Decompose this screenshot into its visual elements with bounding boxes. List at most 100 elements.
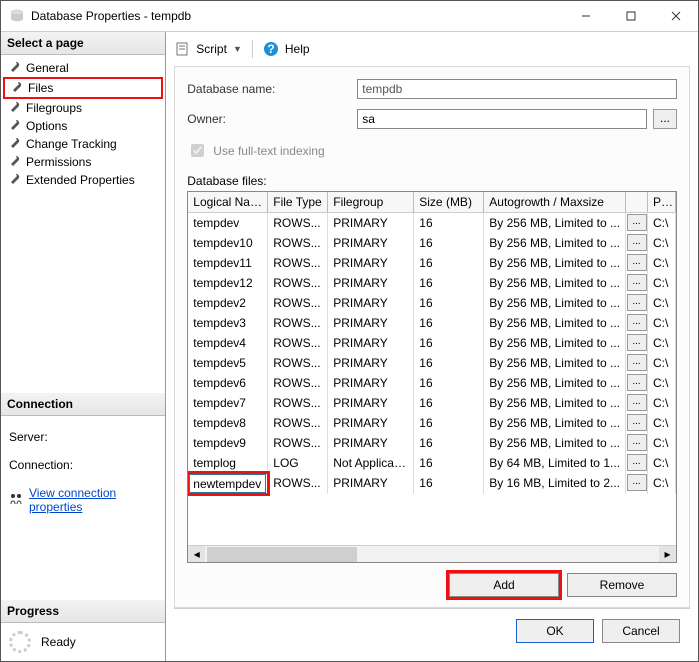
page-item-options[interactable]: Options (3, 117, 163, 135)
logical-name-edit-input[interactable] (189, 474, 266, 493)
page-item-general[interactable]: General (3, 59, 163, 77)
page-item-filegroups[interactable]: Filegroups (3, 99, 163, 117)
cell-size: 16 (414, 373, 484, 393)
cell-file-type: ROWS... (268, 233, 328, 253)
dbname-label: Database name: (187, 82, 357, 96)
cell-path: C:\ (648, 413, 676, 433)
autogrowth-edit-button[interactable]: ... (627, 394, 647, 411)
add-button[interactable]: Add (449, 573, 559, 597)
cell-file-type: ROWS... (268, 433, 328, 453)
autogrowth-edit-button[interactable]: ... (627, 294, 647, 311)
autogrowth-edit-button[interactable]: ... (627, 434, 647, 451)
col-filegroup[interactable]: Filegroup (328, 192, 414, 212)
table-row[interactable]: ROWS...PRIMARY16By 16 MB, Limited to 2..… (188, 473, 676, 494)
cancel-button[interactable]: Cancel (602, 619, 680, 643)
close-button[interactable] (653, 1, 698, 31)
cell-size: 16 (414, 273, 484, 293)
view-connection-properties-link[interactable]: View connection properties (9, 486, 157, 514)
cell-path: C:\ (648, 333, 676, 353)
cell-filegroup: PRIMARY (328, 333, 414, 353)
table-row[interactable]: tempdev3ROWS...PRIMARY16By 256 MB, Limit… (188, 313, 676, 333)
table-row[interactable]: tempdev11ROWS...PRIMARY16By 256 MB, Limi… (188, 253, 676, 273)
page-item-label: Files (28, 81, 53, 95)
owner-input[interactable] (357, 109, 647, 129)
window-title: Database Properties - tempdb (31, 9, 563, 23)
scroll-right-icon[interactable]: ▸ (659, 546, 676, 563)
cell-logical-name: tempdev5 (188, 353, 268, 373)
cell-filegroup: Not Applicable (328, 453, 414, 473)
table-row[interactable]: tempdev7ROWS...PRIMARY16By 256 MB, Limit… (188, 393, 676, 413)
table-row[interactable]: tempdev9ROWS...PRIMARY16By 256 MB, Limit… (188, 433, 676, 453)
autogrowth-edit-button[interactable]: ... (627, 214, 647, 231)
cell-size: 16 (414, 433, 484, 453)
autogrowth-edit-button[interactable]: ... (627, 274, 647, 291)
select-page-header: Select a page (1, 32, 165, 55)
table-row[interactable]: tempdev8ROWS...PRIMARY16By 256 MB, Limit… (188, 413, 676, 433)
page-item-label: Permissions (26, 155, 91, 169)
cell-file-type: LOG (268, 453, 328, 473)
script-dropdown-icon[interactable]: ▼ (233, 44, 242, 54)
database-files-label: Database files: (187, 174, 677, 188)
page-item-files[interactable]: Files (3, 77, 163, 99)
page-item-extended-properties[interactable]: Extended Properties (3, 171, 163, 189)
cell-path: C:\ (648, 273, 676, 293)
autogrowth-edit-button[interactable]: ... (627, 414, 647, 431)
script-button[interactable]: Script (196, 42, 227, 56)
table-row[interactable]: tempdev10ROWS...PRIMARY16By 256 MB, Limi… (188, 233, 676, 253)
cell-filegroup: PRIMARY (328, 473, 414, 494)
cell-path: C:\ (648, 433, 676, 453)
page-item-permissions[interactable]: Permissions (3, 153, 163, 171)
table-row[interactable]: tempdev2ROWS...PRIMARY16By 256 MB, Limit… (188, 293, 676, 313)
cell-filegroup: PRIMARY (328, 413, 414, 433)
scroll-thumb[interactable] (207, 547, 357, 562)
col-size[interactable]: Size (MB) (414, 192, 484, 212)
cell-size: 16 (414, 473, 484, 494)
autogrowth-edit-button[interactable]: ... (627, 334, 647, 351)
remove-button[interactable]: Remove (567, 573, 677, 597)
ok-button[interactable]: OK (516, 619, 594, 643)
scroll-left-icon[interactable]: ◂ (188, 546, 205, 563)
cell-file-type: ROWS... (268, 413, 328, 433)
cell-path: C:\ (648, 253, 676, 273)
table-row[interactable]: tempdev12ROWS...PRIMARY16By 256 MB, Limi… (188, 273, 676, 293)
autogrowth-edit-button[interactable]: ... (627, 374, 647, 391)
autogrowth-edit-button[interactable]: ... (627, 454, 647, 471)
autogrowth-edit-button[interactable]: ... (627, 354, 647, 371)
col-path[interactable]: Path (648, 192, 676, 212)
help-button[interactable]: Help (285, 42, 310, 56)
cell-filegroup: PRIMARY (328, 293, 414, 313)
maximize-button[interactable] (608, 1, 653, 31)
cell-autogrowth: By 256 MB, Limited to ... (484, 313, 626, 333)
owner-browse-button[interactable]: ... (653, 109, 677, 129)
autogrowth-edit-button[interactable]: ... (627, 234, 647, 251)
database-icon (9, 9, 25, 23)
autogrowth-edit-button[interactable]: ... (627, 254, 647, 271)
col-logical-name[interactable]: Logical Name (188, 192, 268, 212)
col-autogrowth[interactable]: Autogrowth / Maxsize (484, 192, 626, 212)
fulltext-checkbox-input (191, 144, 204, 157)
page-item-change-tracking[interactable]: Change Tracking (3, 135, 163, 153)
cell-logical-name: tempdev9 (188, 433, 268, 453)
horizontal-scrollbar[interactable]: ◂ ▸ (188, 545, 676, 562)
table-row[interactable]: tempdevROWS...PRIMARY16By 256 MB, Limite… (188, 213, 676, 233)
table-row[interactable]: tempdev6ROWS...PRIMARY16By 256 MB, Limit… (188, 373, 676, 393)
autogrowth-edit-button[interactable]: ... (627, 474, 647, 491)
page-item-label: Extended Properties (26, 173, 135, 187)
table-row[interactable]: tempdev5ROWS...PRIMARY16By 256 MB, Limit… (188, 353, 676, 373)
cell-file-type: ROWS... (268, 273, 328, 293)
cell-logical-name: tempdev11 (188, 253, 268, 273)
progress-header: Progress (1, 600, 165, 623)
col-file-type[interactable]: File Type (268, 192, 328, 212)
table-row[interactable]: templogLOGNot Applicable16By 64 MB, Limi… (188, 453, 676, 473)
minimize-button[interactable] (563, 1, 608, 31)
cell-filegroup: PRIMARY (328, 253, 414, 273)
cell-autogrowth: By 256 MB, Limited to ... (484, 393, 626, 413)
cell-path: C:\ (648, 313, 676, 333)
cell-path: C:\ (648, 473, 676, 494)
database-files-grid[interactable]: Logical Name File Type Filegroup Size (M… (187, 191, 677, 563)
main-panel: Script ▼ ? Help Database name: Owner: ..… (166, 32, 698, 661)
cell-size: 16 (414, 413, 484, 433)
cell-file-type: ROWS... (268, 473, 328, 494)
autogrowth-edit-button[interactable]: ... (627, 314, 647, 331)
table-row[interactable]: tempdev4ROWS...PRIMARY16By 256 MB, Limit… (188, 333, 676, 353)
